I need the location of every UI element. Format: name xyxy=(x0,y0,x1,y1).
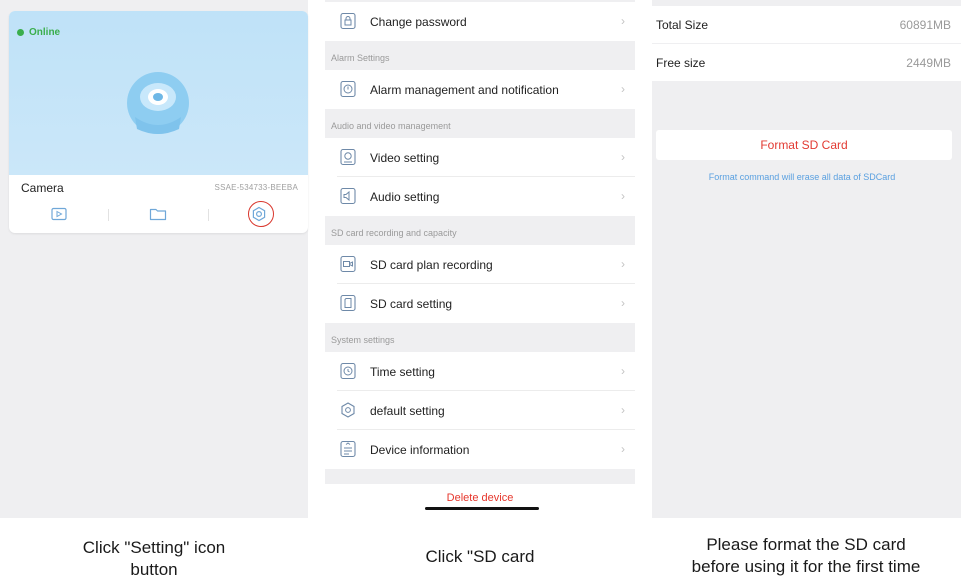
settings-row-sd-plan-recording[interactable]: SD card plan recording › xyxy=(325,245,635,284)
free-size-row: Free size 2449MB xyxy=(652,44,961,81)
status-badge: Online xyxy=(17,27,60,38)
settings-row-default[interactable]: default setting › xyxy=(325,391,635,430)
folder-button[interactable] xyxy=(146,203,170,225)
chevron-right-icon: › xyxy=(621,14,625,28)
free-size-label: Free size xyxy=(656,56,706,70)
caption-step-3: Please format the SD card before using i… xyxy=(655,534,957,578)
speaker-icon xyxy=(340,187,356,205)
caption-line: Click "Setting" icon xyxy=(82,538,226,557)
device-list-screen: Online Camera SSAE-534733-BEEBA xyxy=(0,0,308,518)
toolbar-divider xyxy=(108,209,109,221)
settings-row-sd-card-setting[interactable]: SD card setting › xyxy=(325,284,635,323)
playback-icon xyxy=(51,207,67,221)
caption-step-2: Click "SD card xyxy=(360,546,600,568)
section-header-sd: SD card recording and capacity xyxy=(331,228,457,238)
alarm-icon xyxy=(340,80,356,98)
settings-row-label: Change password xyxy=(370,15,467,29)
free-size-value: 2449MB xyxy=(906,56,951,70)
chevron-right-icon: › xyxy=(621,403,625,417)
settings-row-device-info[interactable]: Device information › xyxy=(325,430,635,469)
caption-line: Please format the SD card xyxy=(706,535,906,554)
settings-row-label: Alarm management and notification xyxy=(370,83,559,97)
settings-row-label: SD card setting xyxy=(370,297,453,311)
settings-row-label: Audio setting xyxy=(370,190,440,204)
section-header-audio-video: Audio and video management xyxy=(331,121,451,131)
delete-device-button[interactable]: Delete device xyxy=(325,492,635,504)
caption-step-1: Click "Setting" icon button xyxy=(30,537,278,581)
settings-row-video[interactable]: Video setting › xyxy=(325,138,635,177)
sd-card-icon xyxy=(340,294,356,312)
folder-icon xyxy=(149,208,167,221)
video-record-icon xyxy=(340,255,356,273)
caption-line: before using it for the first time xyxy=(691,557,921,576)
tutorial-screenshot: Online Camera SSAE-534733-BEEBA Change p… xyxy=(0,0,967,588)
camera-illustration-icon xyxy=(127,72,189,134)
sd-card-setting-screen: Total Size 60891MB Free size 2449MB Form… xyxy=(652,0,961,518)
lock-icon xyxy=(340,12,356,30)
section-header-alarm: Alarm Settings xyxy=(331,53,390,63)
home-indicator xyxy=(425,507,539,510)
status-label: Online xyxy=(29,27,61,38)
chevron-right-icon: › xyxy=(621,257,625,271)
camera-card[interactable]: Online Camera SSAE-534733-BEEBA xyxy=(9,11,308,233)
delete-device-area: Delete device xyxy=(325,484,635,518)
gear-icon xyxy=(341,402,355,418)
caption-line: button xyxy=(130,560,178,579)
camera-preview[interactable]: Online xyxy=(9,11,308,175)
camera-id: SSAE-534733-BEEBA xyxy=(214,183,298,192)
settings-row-time[interactable]: Time setting › xyxy=(325,352,635,391)
playback-button[interactable] xyxy=(47,203,71,225)
settings-row-label: Device information xyxy=(370,443,470,457)
settings-row-change-password[interactable]: Change password › xyxy=(325,2,635,41)
settings-screen: Change password › Alarm Settings Alarm m… xyxy=(325,0,635,518)
settings-row-audio[interactable]: Audio setting › xyxy=(325,177,635,216)
settings-row-label: Time setting xyxy=(370,365,435,379)
format-warning-text: Format command will erase all data of SD… xyxy=(708,172,896,182)
format-sd-card-button[interactable]: Format SD Card xyxy=(656,130,952,160)
chevron-right-icon: › xyxy=(621,364,625,378)
clock-icon xyxy=(340,362,356,380)
toolbar-divider xyxy=(208,209,209,221)
caption-line: Click "SD card xyxy=(425,547,535,566)
camera-name: Camera xyxy=(21,181,64,195)
settings-row-label: Video setting xyxy=(370,151,440,165)
info-icon xyxy=(340,440,356,458)
settings-row-alarm[interactable]: Alarm management and notification › xyxy=(325,70,635,109)
settings-row-label: default setting xyxy=(370,404,445,418)
settings-row-label: SD card plan recording xyxy=(370,258,493,272)
online-dot-icon xyxy=(17,29,24,36)
total-size-row: Total Size 60891MB xyxy=(652,6,961,43)
chevron-right-icon: › xyxy=(621,189,625,203)
camera-icon xyxy=(340,148,356,166)
chevron-right-icon: › xyxy=(621,150,625,164)
chevron-right-icon: › xyxy=(621,82,625,96)
section-header-system: System settings xyxy=(331,335,395,345)
chevron-right-icon: › xyxy=(621,442,625,456)
settings-highlight-circle xyxy=(248,201,274,227)
total-size-value: 60891MB xyxy=(899,18,951,32)
chevron-right-icon: › xyxy=(621,296,625,310)
total-size-label: Total Size xyxy=(656,18,709,32)
